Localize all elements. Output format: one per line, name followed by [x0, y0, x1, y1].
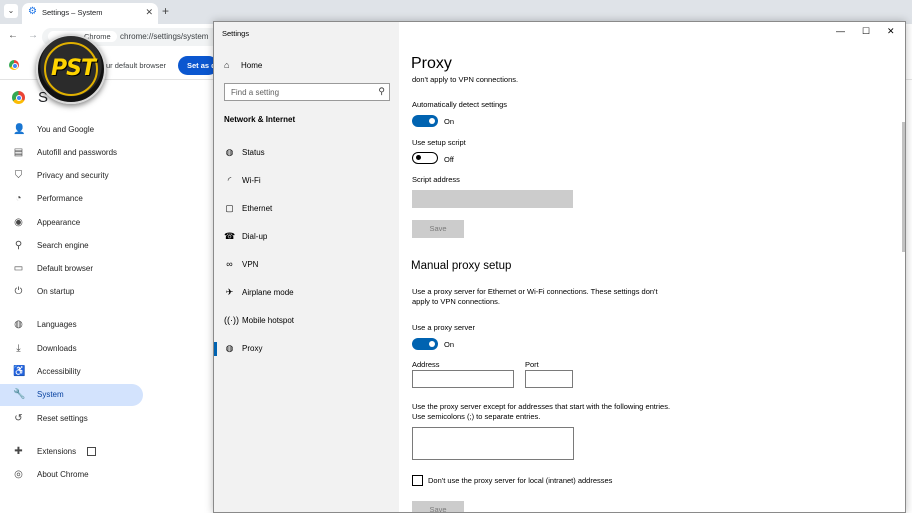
set-default-button[interactable]: Set as d: [178, 56, 218, 75]
download-icon: ⤓: [16, 343, 21, 354]
sidebar-item-on-startup[interactable]: ⏻ On startup: [0, 281, 143, 303]
accessibility-icon: ♿: [13, 366, 26, 377]
search-icon: ⚲: [378, 86, 385, 96]
local-addresses-label: Don't use the proxy server for local (in…: [428, 476, 613, 485]
sidebar-item-languages[interactable]: ◍ Languages: [0, 314, 143, 336]
script-address-input[interactable]: [412, 190, 573, 208]
sidebar-item-default-browser[interactable]: ▭ Default browser: [0, 258, 143, 280]
settings-window: Settings ⌂ Home Find a setting ⚲ Network…: [213, 21, 906, 513]
window-title: Settings: [222, 29, 250, 38]
sidebar-item-downloads[interactable]: ⤓ Downloads: [0, 338, 143, 360]
nav-item-ethernet[interactable]: ▢ Ethernet: [214, 198, 399, 220]
script-address-label: Script address: [412, 175, 460, 184]
clipboard-icon: ▤: [13, 147, 24, 158]
section-heading: Network & Internet: [224, 115, 296, 124]
tab-title: Settings – System: [42, 8, 103, 17]
manual-proxy-description: Use a proxy server for Ethernet or Wi-Fi…: [412, 287, 658, 306]
nav-item-wifi[interactable]: ◜ Wi-Fi: [214, 170, 399, 192]
find-setting-input[interactable]: Find a setting ⚲: [224, 83, 390, 101]
globe-icon: ◍: [14, 319, 23, 330]
sidebar-item-system[interactable]: 🔧 System: [0, 384, 143, 406]
scrollbar[interactable]: [902, 122, 905, 252]
address-input[interactable]: [412, 370, 514, 388]
use-proxy-label: Use a proxy server: [412, 323, 475, 332]
sidebar-item-autofill[interactable]: ▤ Autofill and passwords: [0, 142, 143, 164]
url-text[interactable]: chrome://settings/system: [120, 32, 208, 41]
close-tab-icon[interactable]: ✕: [145, 7, 153, 18]
exceptions-textarea[interactable]: [412, 427, 574, 460]
back-icon[interactable]: ←: [8, 30, 18, 41]
browser-tab[interactable]: ⚙ Settings – System ✕: [22, 3, 158, 24]
page-title: Proxy: [411, 55, 452, 72]
chrome-icon: ◎: [14, 469, 23, 480]
sidebar-item-privacy[interactable]: ⛉ Privacy and security: [0, 165, 143, 187]
dialup-icon: ☎: [224, 231, 236, 241]
script-save-button[interactable]: Save: [412, 220, 464, 238]
person-icon: 👤: [13, 124, 26, 135]
sidebar-item-you-and-google[interactable]: 👤 You and Google: [0, 119, 143, 141]
nav-item-mobile-hotspot[interactable]: ((·)) Mobile hotspot: [214, 310, 399, 332]
chrome-logo-icon: [12, 91, 25, 104]
search-icon: ⚲: [14, 240, 23, 251]
ethernet-icon: ▢: [225, 203, 234, 213]
local-addresses-checkbox[interactable]: [412, 475, 423, 486]
home-icon: ⌂: [224, 60, 230, 70]
sidebar-item-accessibility[interactable]: ♿ Accessibility: [0, 361, 143, 383]
vpn-icon: ∞: [226, 259, 233, 269]
browser-icon: ▭: [13, 263, 24, 274]
forward-icon[interactable]: →: [28, 30, 38, 41]
close-icon[interactable]: ✕: [887, 26, 895, 37]
wrench-icon: 🔧: [13, 389, 26, 400]
puzzle-icon: ✚: [14, 446, 23, 457]
history-icon: ↺: [14, 413, 23, 424]
setup-script-state: Off: [444, 155, 454, 164]
infobar-message: ur default browser: [106, 61, 167, 70]
settings-nav-pane: Settings ⌂ Home Find a setting ⚲ Network…: [214, 22, 399, 512]
sidebar-item-search-engine[interactable]: ⚲ Search engine: [0, 235, 143, 257]
auto-detect-toggle[interactable]: [412, 115, 438, 127]
port-label: Port: [525, 360, 539, 369]
sidebar-item-about-chrome[interactable]: ◎ About Chrome: [0, 464, 143, 486]
palette-icon: ◉: [14, 217, 23, 228]
nav-item-dialup[interactable]: ☎ Dial-up: [214, 226, 399, 248]
globe-icon: ◍: [225, 147, 234, 157]
auto-detect-label: Automatically detect settings: [412, 100, 508, 109]
sidebar-item-reset-settings[interactable]: ↺ Reset settings: [0, 408, 143, 430]
maximize-icon[interactable]: ☐: [862, 26, 870, 37]
wifi-icon: ◜: [227, 175, 232, 185]
manual-proxy-heading: Manual proxy setup: [411, 260, 512, 272]
power-icon: ⏻: [14, 286, 23, 297]
auto-detect-state: On: [444, 117, 455, 126]
new-tab-button[interactable]: +: [162, 4, 169, 18]
nav-item-airplane-mode[interactable]: ✈ Airplane mode: [214, 282, 399, 304]
nav-item-vpn[interactable]: ∞ VPN: [214, 254, 399, 276]
gauge-icon: ◔: [15, 193, 22, 204]
port-input[interactable]: [525, 370, 573, 388]
nav-item-proxy[interactable]: ◍ Proxy: [214, 338, 399, 360]
shield-icon: ⛉: [14, 170, 23, 181]
globe-icon: ◍: [225, 343, 234, 353]
watermark-logo: PST: [36, 34, 106, 104]
tab-search-button[interactable]: ⌄: [4, 4, 18, 18]
clipped-description: don't apply to VPN connections.: [412, 75, 519, 84]
minimize-icon[interactable]: —: [836, 26, 845, 36]
gear-icon: ⚙: [28, 6, 37, 17]
nav-item-status[interactable]: ◍ Status: [214, 142, 399, 164]
setup-script-label: Use setup script: [412, 138, 466, 147]
sidebar-item-performance[interactable]: ◔ Performance: [0, 188, 143, 210]
sidebar-item-extensions[interactable]: ✚ Extensions: [0, 441, 143, 463]
hotspot-icon: ((·)): [224, 315, 239, 325]
manual-save-button[interactable]: Save: [412, 501, 464, 512]
setup-script-toggle[interactable]: [412, 152, 438, 164]
exceptions-description: Use the proxy server except for addresse…: [412, 402, 671, 421]
use-proxy-state: On: [444, 340, 455, 349]
address-label: Address: [412, 360, 440, 369]
use-proxy-toggle[interactable]: [412, 338, 438, 350]
airplane-icon: ✈: [225, 287, 234, 297]
chrome-icon: [9, 60, 19, 70]
proxy-settings-pane: — ☐ ✕ Proxy don't apply to VPN connectio…: [399, 22, 905, 512]
sidebar-item-appearance[interactable]: ◉ Appearance: [0, 212, 143, 234]
external-link-icon[interactable]: [87, 447, 96, 456]
